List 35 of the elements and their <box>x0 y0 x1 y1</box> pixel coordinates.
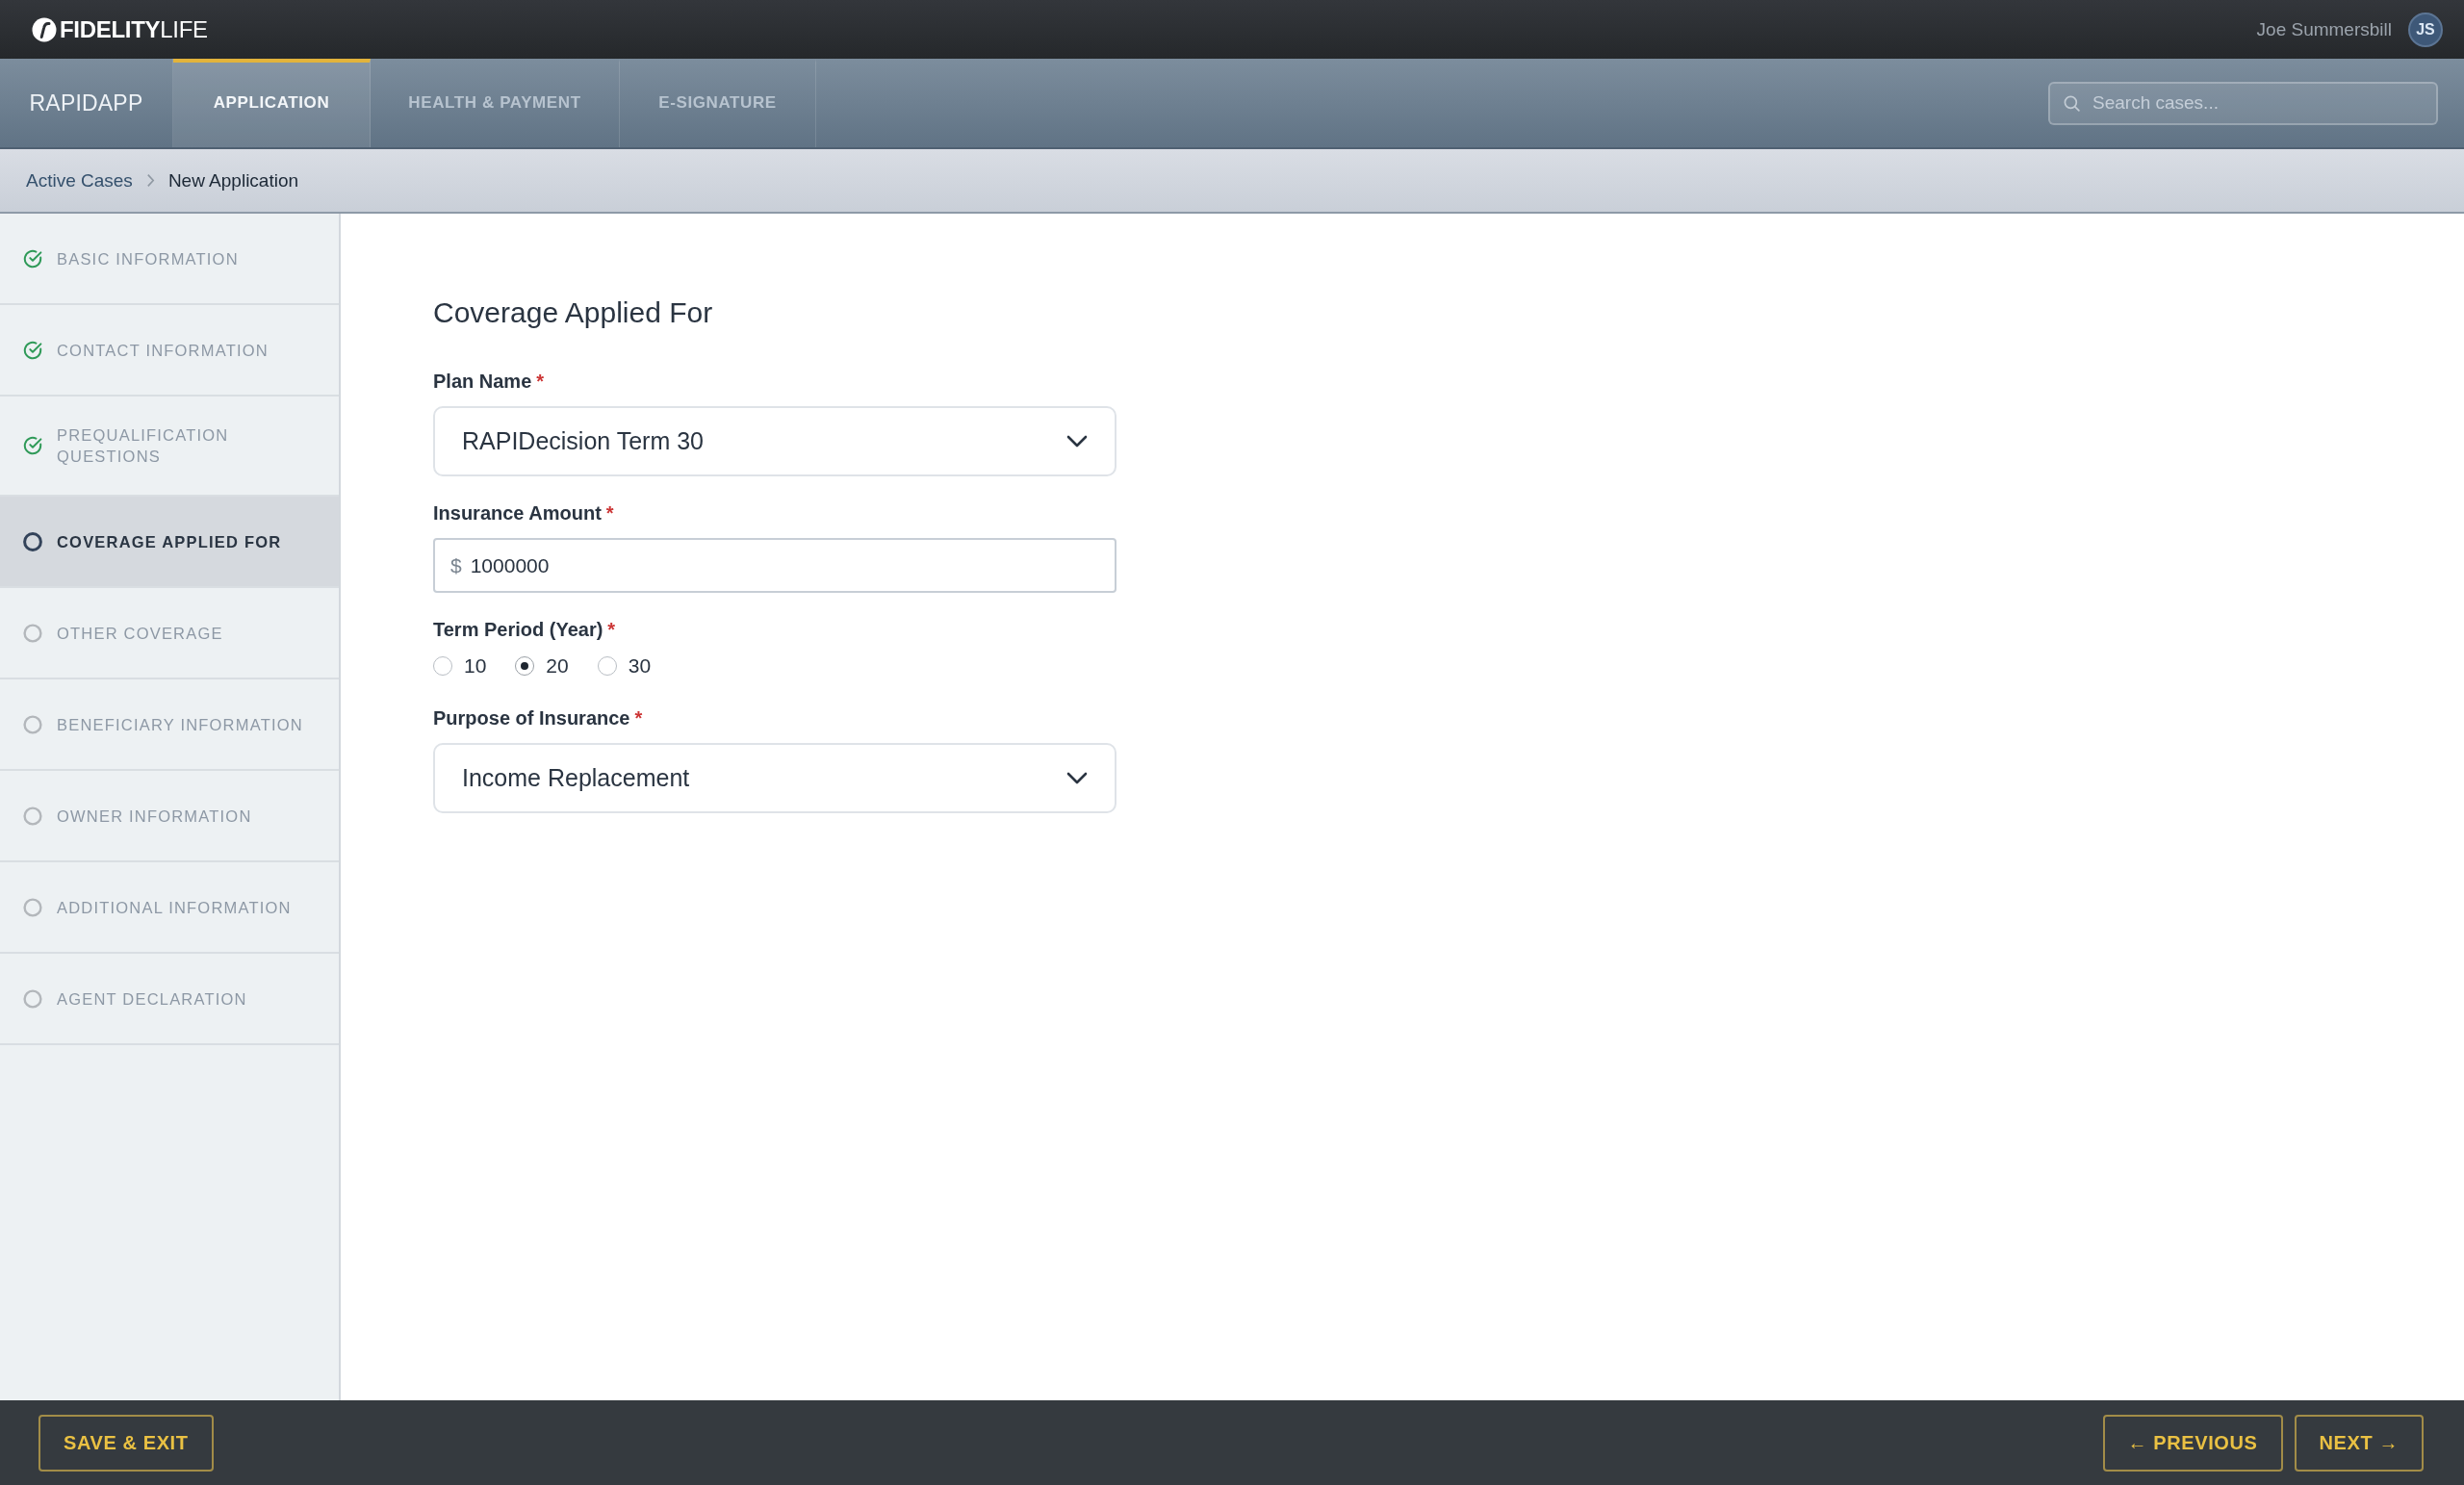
next-button[interactable]: NEXT → <box>2294 1414 2424 1472</box>
field-label: Term Period (Year) <box>433 618 603 641</box>
radio-option[interactable]: 10 <box>433 654 487 678</box>
radio-button[interactable] <box>597 656 617 676</box>
required-asterisk: * <box>634 706 643 730</box>
breadcrumb-current: New Application <box>167 169 299 192</box>
field-label: Plan Name <box>433 370 532 393</box>
required-asterisk: * <box>605 501 614 525</box>
breadcrumb-link[interactable]: Active Cases <box>26 169 133 192</box>
save-exit-button[interactable]: SAVE & EXIT <box>38 1414 214 1472</box>
radio-option[interactable]: 20 <box>515 654 569 678</box>
user-name: Joe Summersbill <box>2256 18 2392 40</box>
required-asterisk: * <box>607 618 616 641</box>
field-label: Purpose of Insurance <box>433 706 630 730</box>
field-label: Insurance Amount <box>433 501 602 525</box>
radio-button[interactable] <box>433 656 452 676</box>
chevron-down-icon <box>1066 435 1088 448</box>
chevron-down-icon <box>1066 772 1088 784</box>
sidebar-item[interactable]: COVERAGE APPLIED FOR <box>0 497 339 588</box>
section-title: Coverage Applied For <box>433 295 713 330</box>
radio-option[interactable]: 30 <box>597 654 652 678</box>
app-title: RAPIDAPP <box>0 59 173 147</box>
dropdown-field[interactable]: RAPIDecision Term 30 <box>433 406 1116 476</box>
logo-mark-icon <box>32 16 57 42</box>
user-avatar[interactable]: JS <box>2408 12 2443 47</box>
required-asterisk: * <box>536 370 545 393</box>
amount-input-field[interactable]: $ 1000000 <box>433 538 1116 593</box>
search-icon <box>2064 94 2080 112</box>
radio-button[interactable] <box>515 656 535 676</box>
logo-text: FIDELITYLIFE <box>60 15 208 43</box>
dropdown-field[interactable]: Income Replacement <box>433 743 1116 813</box>
previous-button[interactable]: ← PREVIOUS <box>2102 1414 2283 1472</box>
nav-tab[interactable]: APPLICATION <box>173 59 371 147</box>
chevron-right-icon <box>145 173 155 188</box>
currency-symbol: $ <box>450 553 462 577</box>
